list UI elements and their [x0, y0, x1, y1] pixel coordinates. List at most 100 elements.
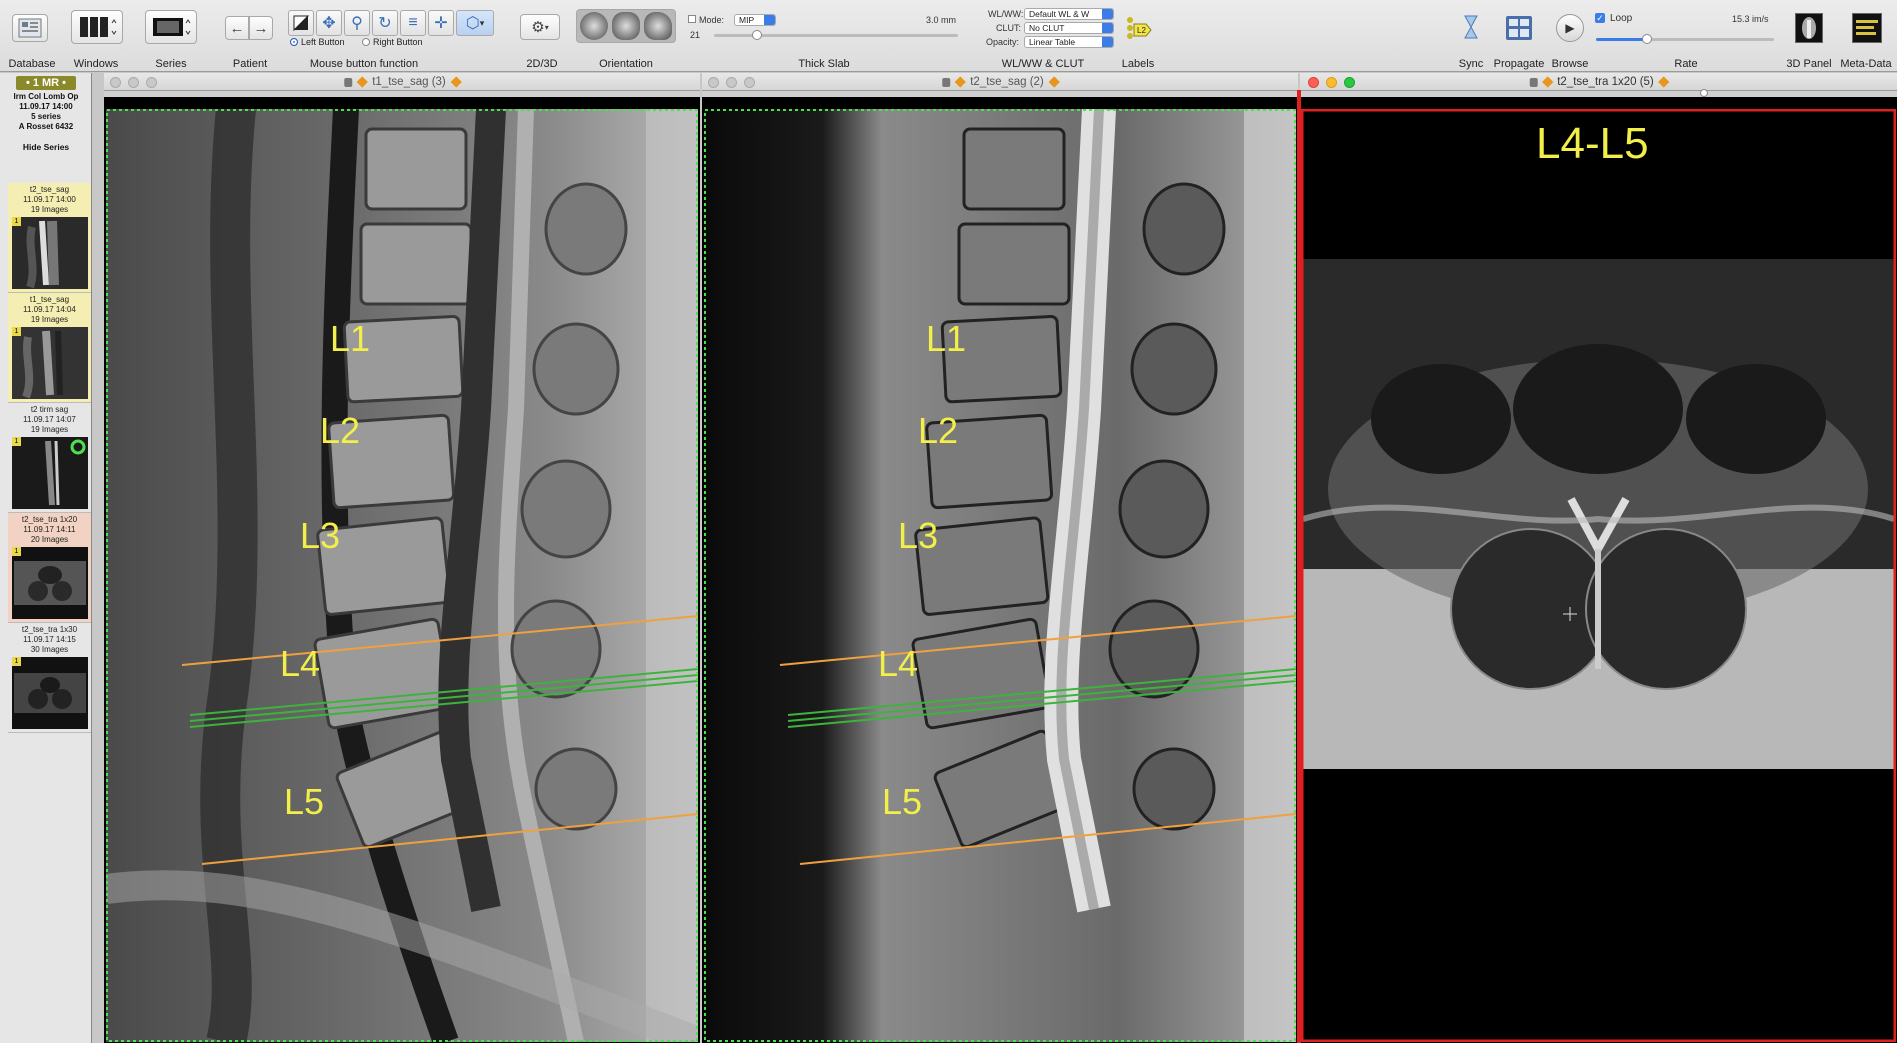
t2-axial-mri-image[interactable]: [1301, 109, 1896, 1042]
sync-hourglass-icon[interactable]: [1462, 14, 1480, 40]
series-item[interactable]: t2_tse_sag 11.09.17 14:00 19 Images 1: [8, 183, 91, 293]
gear-icon[interactable]: ⚙ ▾: [520, 14, 560, 40]
minimize-dot-icon[interactable]: [128, 77, 139, 88]
series-layout-button[interactable]: [145, 10, 197, 44]
coronal-orientation-icon[interactable]: [612, 12, 640, 40]
vertebra-label-l1[interactable]: L1: [926, 318, 966, 360]
rotate-tool-icon[interactable]: ↻: [372, 10, 398, 36]
roi-polygon-tool-icon[interactable]: ⬡ ▾: [456, 10, 494, 36]
play-icon[interactable]: ▶: [1556, 14, 1584, 42]
sagittal-orientation-icon[interactable]: [644, 12, 672, 40]
vertebra-label-l2[interactable]: L2: [918, 410, 958, 452]
axial-orientation-icon[interactable]: [580, 12, 608, 40]
minimize-dot-icon[interactable]: [726, 77, 737, 88]
series-item-info: t2_tse_sag 11.09.17 14:00 19 Images: [8, 183, 91, 215]
series-thumbnail[interactable]: 1: [12, 327, 88, 399]
opacity-label: Opacity:: [986, 37, 1020, 47]
diamond-icon: [1048, 76, 1060, 88]
propagate-label: Propagate: [1493, 58, 1545, 70]
right-button-radio[interactable]: Right Button: [362, 37, 423, 47]
vertebra-label-l2[interactable]: L2: [320, 410, 360, 452]
viewer-scrollbar[interactable]: [104, 91, 700, 97]
meta-data-label: Meta-Data: [1840, 58, 1892, 70]
opacity-select[interactable]: Linear Table: [1024, 36, 1114, 48]
rate-slider[interactable]: [1596, 38, 1774, 41]
vertebra-label-l3[interactable]: L3: [300, 515, 340, 557]
zoom-dot-icon[interactable]: [1344, 77, 1355, 88]
series-item[interactable]: t2_tse_tra 1x20 11.09.17 14:11 20 Images…: [8, 513, 91, 623]
series-thumbnail[interactable]: 1: [12, 437, 88, 509]
clut-select[interactable]: No CLUT: [1024, 22, 1114, 34]
propagate-grid-icon[interactable]: [1506, 16, 1532, 40]
zoom-tool-icon[interactable]: ⚲: [344, 10, 370, 36]
viewer-scrollbar[interactable]: [702, 91, 1298, 97]
windows-layout-button[interactable]: [71, 10, 123, 44]
vertebra-label-l1[interactable]: L1: [330, 318, 370, 360]
lock-icon: [344, 77, 353, 87]
mode-checkbox[interactable]: [688, 15, 696, 23]
2d3d-group[interactable]: ⚙ ▾ 2D/3D: [516, 0, 570, 72]
next-patient-arrow-icon[interactable]: →: [249, 16, 273, 40]
label-tag-icon[interactable]: L2: [1124, 14, 1152, 42]
slab-slider[interactable]: [714, 34, 958, 37]
mode-select[interactable]: MIP: [734, 14, 776, 26]
left-button-text: Left Button: [301, 37, 345, 47]
series-item-info: t2_tse_tra 1x20 11.09.17 14:11 20 Images: [8, 513, 91, 545]
series-thumbnail[interactable]: 1: [12, 547, 88, 619]
diamond-icon: [1541, 76, 1553, 88]
labels-label: Labels: [1121, 58, 1155, 70]
hide-series-button[interactable]: Hide Series: [0, 142, 92, 152]
database-icon[interactable]: [12, 14, 48, 42]
vertebra-label-l4[interactable]: L4: [878, 643, 918, 685]
windows-group[interactable]: Windows: [66, 0, 126, 72]
slab-slider-knob[interactable]: [752, 30, 762, 40]
wlww-select[interactable]: Default WL & W: [1024, 8, 1114, 20]
meta-data-group[interactable]: Meta-Data: [1836, 0, 1896, 72]
database-group[interactable]: Database: [0, 0, 64, 72]
rate-slider-knob[interactable]: [1642, 34, 1652, 44]
crosshair-tool-icon[interactable]: ✛: [428, 10, 454, 36]
series-item[interactable]: t2 tirm sag 11.09.17 14:07 19 Images 1: [8, 403, 91, 513]
left-button-radio[interactable]: Left Button: [290, 37, 345, 47]
vertebra-label-l4[interactable]: L4: [280, 643, 320, 685]
browse-group[interactable]: ▶ Browse: [1550, 0, 1590, 72]
sync-group[interactable]: Sync: [1456, 0, 1486, 72]
close-dot-icon[interactable]: [1308, 77, 1319, 88]
series-item[interactable]: t1_tse_sag 11.09.17 14:04 19 Images 1: [8, 293, 91, 403]
loop-checkbox[interactable]: ✓: [1595, 13, 1605, 23]
close-dot-icon[interactable]: [110, 77, 121, 88]
previous-patient-arrow-icon[interactable]: ←: [225, 16, 249, 40]
viewer-t2-axial[interactable]: t2_tse_tra 1x20 (5) L4-L5: [1300, 73, 1897, 1043]
propagate-group[interactable]: Propagate: [1490, 0, 1548, 72]
series-name: t2 tirm sag: [30, 405, 69, 414]
vertebra-label-l5[interactable]: L5: [284, 781, 324, 823]
level-label-l4-l5[interactable]: L4-L5: [1536, 119, 1649, 169]
series-date: 11.09.17 14:15: [23, 635, 76, 644]
series-group[interactable]: Series: [140, 0, 200, 72]
vertebra-label-l5[interactable]: L5: [882, 781, 922, 823]
vertebra-label-l3[interactable]: L3: [898, 515, 938, 557]
wlww-tool-icon[interactable]: [288, 10, 314, 36]
3d-panel-group[interactable]: 3D Panel: [1780, 0, 1836, 72]
meta-data-icon[interactable]: [1852, 13, 1882, 43]
viewer-scrollbar[interactable]: [1300, 89, 1897, 97]
t1-sagittal-mri-image[interactable]: [106, 109, 698, 1042]
series-thumbnail[interactable]: 1: [12, 657, 88, 729]
series-item[interactable]: t2_tse_tra 1x30 11.09.17 14:15 30 Images…: [8, 623, 91, 733]
labels-group[interactable]: L2 Labels: [1112, 0, 1164, 72]
minimize-dot-icon[interactable]: [1326, 77, 1337, 88]
scroll-stack-tool-icon[interactable]: ≡: [400, 10, 426, 36]
series-thumbnail[interactable]: 1: [12, 217, 88, 289]
move-tool-icon[interactable]: ✥: [316, 10, 342, 36]
3d-panel-thumbnail-icon[interactable]: [1795, 13, 1823, 43]
t2-sagittal-mri-image[interactable]: [704, 109, 1296, 1042]
zoom-dot-icon[interactable]: [146, 77, 157, 88]
viewer-scrollbar-knob[interactable]: [1700, 89, 1708, 97]
2d3d-label: 2D/3D: [526, 58, 558, 70]
close-dot-icon[interactable]: [708, 77, 719, 88]
viewer-t2-sagittal[interactable]: t2_tse_sag (2) L1 L2 L3 L4 L5: [702, 73, 1298, 1043]
study-badge[interactable]: • 1 MR •: [16, 76, 76, 90]
3d-panel-label: 3D Panel: [1786, 58, 1832, 70]
zoom-dot-icon[interactable]: [744, 77, 755, 88]
viewer-t1-sagittal[interactable]: t1_tse_sag (3) L1 L2 L3 L4 L5: [104, 73, 700, 1043]
